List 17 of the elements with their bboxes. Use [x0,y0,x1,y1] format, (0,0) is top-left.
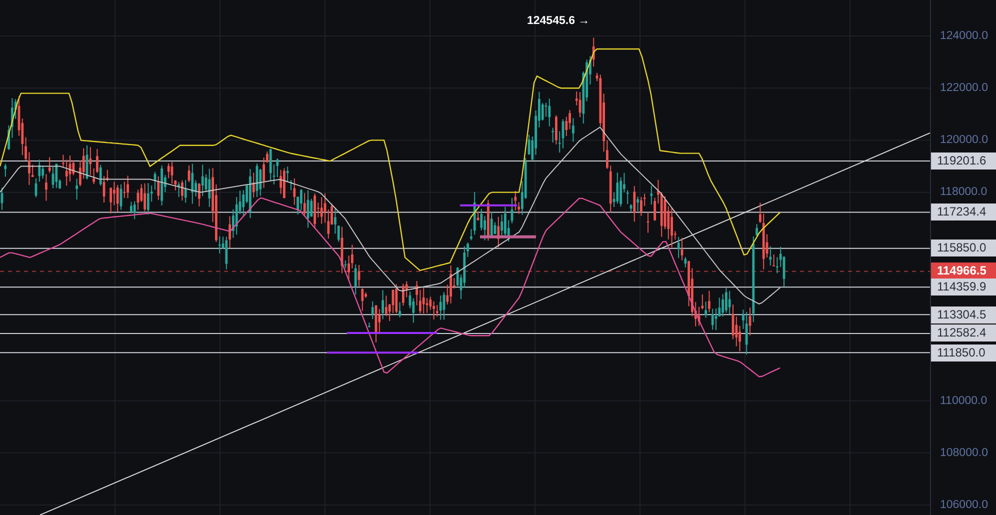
axis-tick-label: 124000.0 [940,30,988,42]
axis-tick-label: 106000.0 [940,499,988,511]
axis-tick-label: 110000.0 [940,394,988,407]
price-level-tag: 112582.4 [931,324,996,342]
axis-tick-label: 120000.0 [940,134,988,146]
current-price-tag: 114966.5 [931,262,996,280]
marker-box [480,235,536,238]
price-level-tag: 114359.9 [931,278,996,296]
peak-price-label: 124545.6 → [527,15,590,27]
price-level-tag: 113304.5 [931,306,996,324]
axis-tick-label: 108000.0 [940,446,988,459]
price-level-tag: 119201.6 [931,152,996,170]
price-level-tag: 111850.0 [931,344,996,362]
price-level-tag: 115850.0 [931,240,996,257]
price-level-tag: 117234.4 [931,204,996,221]
axis-tick-label: 118000.0 [940,186,988,198]
axis-tick-label: 122000.0 [940,82,988,94]
